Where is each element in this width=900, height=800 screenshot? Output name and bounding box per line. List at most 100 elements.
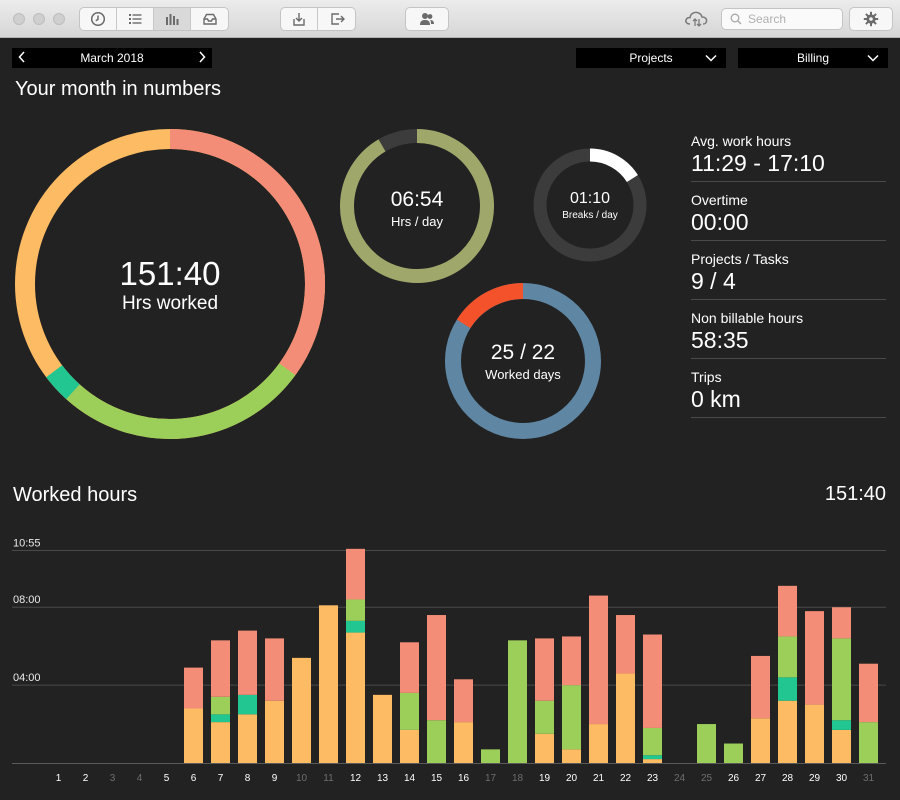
x-tick-label: 25 bbox=[701, 773, 713, 784]
worked-hours-chart: 10:5508:0004:001 2 3 4 5 6 7 8 9 10 11 12 13 14 15 16 17… bbox=[12, 537, 886, 784]
x-tick-label: 14 bbox=[404, 773, 416, 784]
x-tick-label: 29 bbox=[809, 773, 821, 784]
bar-segment-day-12 bbox=[346, 632, 365, 763]
bar-segment-day-27 bbox=[751, 655, 770, 719]
zoom-window-button[interactable] bbox=[53, 13, 65, 25]
hours-per-day-label: Hrs / day bbox=[390, 214, 443, 229]
bar-segment-day-30 bbox=[832, 638, 851, 721]
hours-worked-value: 151:40 bbox=[119, 255, 221, 292]
bar-segment-day-12 bbox=[346, 599, 365, 621]
stat-value: 9 / 4 bbox=[691, 268, 736, 294]
settings-button[interactable] bbox=[850, 8, 892, 30]
x-tick-label: 11 bbox=[323, 773, 334, 784]
bar-segment-day-19 bbox=[535, 700, 554, 734]
export-button[interactable] bbox=[318, 8, 355, 30]
import-icon bbox=[293, 13, 305, 26]
bar-segment-day-12 bbox=[346, 620, 365, 633]
worked-days-summary: 25 / 22 Worked days bbox=[463, 341, 583, 382]
x-tick-label: 12 bbox=[350, 773, 362, 784]
y-tick-label: 04:00 bbox=[13, 672, 41, 684]
x-tick-label: 6 bbox=[191, 773, 197, 784]
hours-per-day-value: 06:54 bbox=[390, 188, 444, 211]
bar-segment-day-31 bbox=[859, 663, 878, 723]
stat-label: Overtime bbox=[691, 192, 748, 208]
bar-segment-day-25 bbox=[697, 724, 716, 763]
team-group bbox=[405, 7, 449, 31]
bar-segment-day-15 bbox=[427, 720, 446, 763]
bar-segment-day-10 bbox=[292, 657, 311, 763]
bar-segment-day-6 bbox=[184, 667, 203, 709]
projects-dropdown[interactable]: Projects bbox=[576, 48, 726, 68]
stats-view-button[interactable] bbox=[154, 8, 191, 30]
x-tick-label: 1 bbox=[56, 773, 62, 784]
bar-segment-day-21 bbox=[589, 724, 608, 763]
bar-segment-day-20 bbox=[562, 685, 581, 750]
sync-button[interactable] bbox=[683, 9, 711, 29]
x-tick-label: 27 bbox=[755, 773, 767, 784]
bar-segment-day-23 bbox=[643, 634, 662, 728]
x-tick-label: 5 bbox=[164, 773, 170, 784]
stat-value: 58:35 bbox=[691, 327, 749, 353]
timer-view-button[interactable] bbox=[80, 8, 117, 30]
stat-label: Avg. work hours bbox=[691, 133, 792, 149]
stat-avg-work-hours: Avg. work hours 11:29 - 17:10 bbox=[691, 123, 886, 182]
settings-group bbox=[849, 7, 893, 31]
bar-segment-day-7 bbox=[211, 714, 230, 723]
breaks-value: 01:10 bbox=[569, 190, 611, 207]
x-tick-label: 13 bbox=[377, 773, 389, 784]
view-switcher bbox=[79, 7, 229, 31]
summary-title: Your month in numbers bbox=[15, 78, 222, 100]
bar-segment-day-11 bbox=[319, 605, 338, 763]
list-view-button[interactable] bbox=[117, 8, 154, 30]
stat-overtime: Overtime 00:00 bbox=[691, 182, 886, 241]
bar-segment-day-8 bbox=[238, 630, 257, 695]
x-tick-label: 8 bbox=[245, 773, 251, 784]
bar-segment-day-29 bbox=[805, 611, 824, 705]
billing-dropdown-label: Billing bbox=[796, 51, 829, 65]
chevron-right-icon bbox=[199, 50, 206, 63]
bar-segment-day-20 bbox=[562, 636, 581, 686]
hours-per-day-summary: 06:54 Hrs / day bbox=[357, 188, 477, 229]
bar-segment-day-27 bbox=[751, 718, 770, 763]
stat-value: 11:29 - 17:10 bbox=[691, 150, 825, 176]
stat-trips: Trips 0 km bbox=[691, 359, 886, 418]
bar-segment-day-28 bbox=[778, 700, 797, 763]
bar-segment-day-23 bbox=[643, 759, 662, 763]
bar-segment-day-12 bbox=[346, 548, 365, 600]
x-tick-label: 19 bbox=[539, 773, 551, 784]
x-tick-label: 9 bbox=[272, 773, 278, 784]
bar-segment-day-16 bbox=[454, 679, 473, 723]
bar-segment-day-14 bbox=[400, 642, 419, 693]
bar-segment-day-7 bbox=[211, 722, 230, 763]
import-export-group bbox=[280, 7, 356, 31]
import-button[interactable] bbox=[281, 8, 318, 30]
inbox-view-button[interactable] bbox=[191, 8, 228, 30]
search-input[interactable]: Search bbox=[721, 8, 843, 30]
bar-segment-day-30 bbox=[832, 729, 851, 763]
stat-label: Non billable hours bbox=[691, 310, 804, 326]
hours-worked-summary: 151:40 Hrs worked bbox=[70, 255, 270, 315]
x-tick-label: 7 bbox=[218, 773, 224, 784]
gear-icon bbox=[863, 11, 879, 27]
ring-segment-green bbox=[66, 363, 296, 439]
next-month-button[interactable] bbox=[198, 50, 206, 66]
team-button[interactable] bbox=[406, 8, 448, 30]
bar-segment-day-28 bbox=[778, 585, 797, 637]
worked-hours-total: 151:40 bbox=[824, 483, 886, 505]
month-navigator: March 2018 bbox=[12, 48, 212, 68]
bar-segment-day-19 bbox=[535, 733, 554, 763]
chevron-down-icon bbox=[867, 54, 879, 62]
previous-month-button[interactable] bbox=[18, 50, 26, 66]
ring-segment-red bbox=[456, 283, 524, 329]
app-window: Search March 2018 Projects Billing Your … bbox=[0, 0, 900, 800]
current-month-label[interactable]: March 2018 bbox=[80, 51, 143, 65]
stat-value: 0 km bbox=[691, 386, 741, 412]
list-icon bbox=[129, 14, 142, 24]
billing-dropdown[interactable]: Billing bbox=[738, 48, 888, 68]
x-tick-label: 28 bbox=[782, 773, 794, 784]
minimize-window-button[interactable] bbox=[33, 13, 45, 25]
bar-segment-day-22 bbox=[616, 615, 635, 674]
close-window-button[interactable] bbox=[13, 13, 25, 25]
worked-days-value: 25 / 22 bbox=[490, 341, 556, 364]
search-icon bbox=[730, 13, 742, 25]
